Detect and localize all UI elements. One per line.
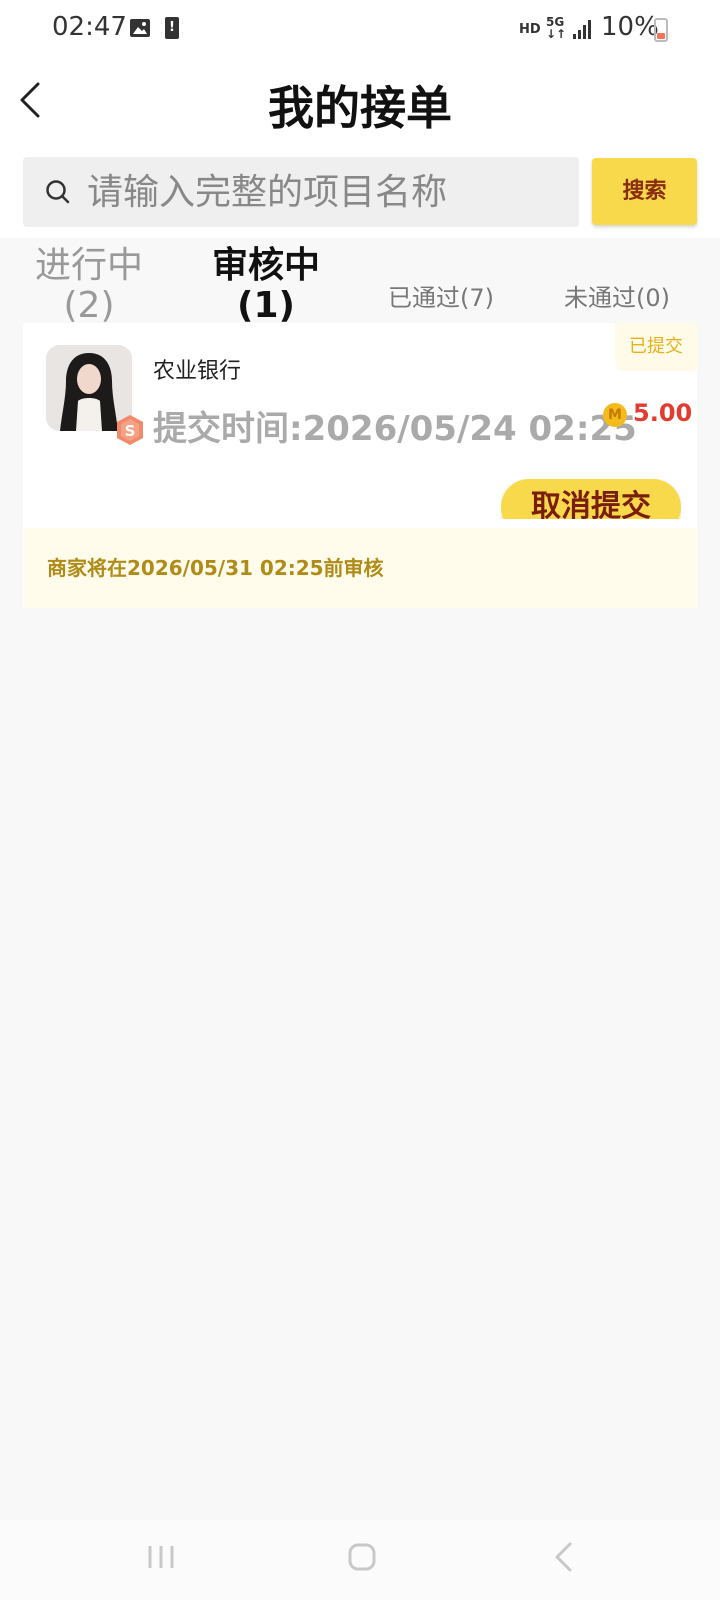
image-icon [130,19,150,37]
coin-icon: M [603,403,627,427]
alert-icon: ! [165,17,179,39]
svg-text:S: S [125,422,136,440]
status-tabs: 进行中(2) 审核中(1) 已通过(7) 未通过(0) [0,246,720,324]
cancel-submit-button[interactable]: 取消提交 [501,479,681,519]
review-notice-text: 商家将在2026/05/31 02:25前审核 [47,556,384,580]
network-indicator: 5G ↓↑ [546,15,567,41]
search-row: 搜索 [0,140,720,238]
search-box[interactable] [23,157,579,227]
level-badge-icon: S [117,415,143,445]
status-badge: 已提交 [615,323,697,371]
tab-under-review[interactable]: 审核中(1) [196,246,336,324]
system-nav-bar [0,1520,720,1600]
submit-time: 提交时间:2026/05/24 02:25 [153,409,637,449]
tab-rejected[interactable]: 未通过(0) [542,278,692,313]
tab-approved[interactable]: 已通过(7) [366,278,516,313]
cancel-button-container: 取消提交 [501,479,681,519]
review-notice: 商家将在2026/05/31 02:25前审核 [23,528,697,608]
signal-icon [573,20,591,39]
page-title: 我的接单 [268,81,452,135]
battery-percent: 10% [601,12,659,42]
recents-icon[interactable] [146,1542,176,1572]
project-name: 农业银行 [153,359,242,384]
reward-amount: 5.00 [633,399,693,427]
search-input[interactable] [87,157,567,227]
battery-icon [654,18,668,42]
nav-back-icon[interactable] [552,1540,576,1574]
app-header: 我的接单 [0,60,720,140]
order-card[interactable]: 已提交 S 农业银行 提交时间:2026/05/24 02:25 M 5.00 … [23,323,697,528]
tab-in-progress[interactable]: 进行中(2) [19,246,159,324]
home-icon[interactable] [347,1542,377,1572]
search-icon [46,180,70,204]
status-bar: 02:47 ! HD 5G ↓↑ 10% [0,0,720,60]
search-button[interactable]: 搜索 [592,158,697,225]
hd-indicator: HD [519,22,541,37]
status-time: 02:47 [52,12,127,42]
